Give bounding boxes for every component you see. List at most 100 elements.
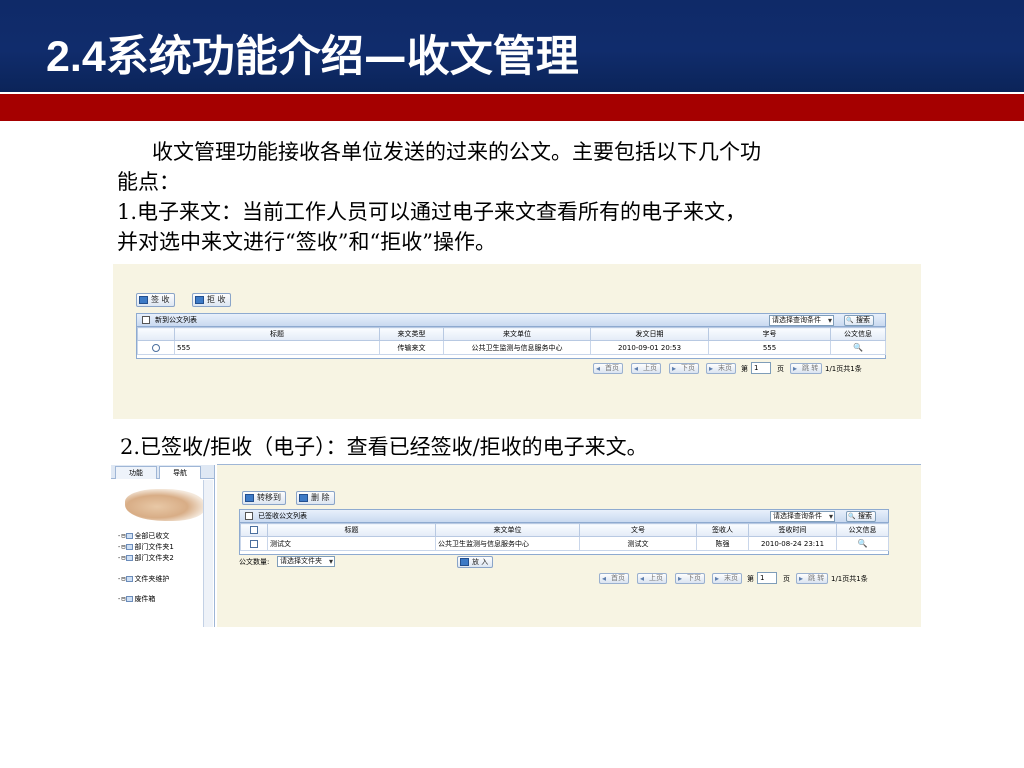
col-header: 来文类型 (379, 327, 444, 341)
pager: 首页 上页 下页 末页 第 1 页 跳 转 1/1页共1条 (593, 362, 913, 376)
incoming-docs-table: 标题 来文类型 来文单位 发文日期 字号 公文信息 555 传输来文 公共卫生监… (137, 327, 886, 355)
item1-line-2: 并对选中来文进行“签收”和“拒收”操作。 (117, 230, 496, 254)
reject-button[interactable]: 拒 收 (192, 293, 231, 307)
slide-title-text: 系统功能介绍—收文管理 (105, 32, 579, 82)
cell-number: 555 (708, 340, 831, 355)
delete-button-label: 删 除 (311, 493, 330, 502)
tree-item-label: 全部已收文 (134, 532, 170, 540)
grid-list-icon (142, 316, 150, 324)
tree-item-label: 废件箱 (134, 595, 156, 603)
page-input[interactable]: 1 (757, 572, 777, 584)
last-page-button[interactable]: 末页 (712, 573, 742, 584)
col-header: 文号 (579, 523, 697, 537)
tree-item-dept-folder-2[interactable]: -⊟ 部门文件夹2 (117, 553, 174, 563)
search-button[interactable]: 搜索 (846, 511, 876, 522)
incoming-docs-grid: 新到公文列表 请选择查询条件 搜索 标题 来文类型 来文单位 发文日期 字号 公… (136, 313, 886, 359)
prev-page-button[interactable]: 上页 (637, 573, 667, 584)
last-page-button[interactable]: 末页 (706, 363, 736, 374)
next-page-button[interactable]: 下页 (675, 573, 705, 584)
search-button[interactable]: 搜索 (844, 315, 874, 326)
tab-navigation[interactable]: 导航 (159, 466, 201, 479)
col-header: 标题 (174, 327, 380, 341)
page-prefix: 第 (741, 365, 748, 373)
col-header: 来文单位 (435, 523, 580, 537)
item2-line: 2.已签收/拒收（电子）：查看已经签收/拒收的电子来文。 (120, 435, 648, 459)
tree-item-trash[interactable]: -⊟ 废件箱 (117, 594, 155, 604)
search-condition-select[interactable]: 请选择查询条件 (770, 511, 835, 522)
transfer-button-label: 转移到 (257, 493, 281, 502)
cell-time: 2010-08-24 23:11 (748, 536, 837, 551)
intro-line-1: 收文管理功能接收各单位发送的过来的公文。主要包括以下几个功 (152, 140, 761, 164)
folder-icon (126, 544, 134, 550)
jump-button[interactable]: 跳 转 (796, 573, 829, 584)
pager: 首页 上页 下页 末页 第 1 页 跳 转 1/1页共1条 (599, 572, 919, 586)
select-all-checkbox[interactable] (250, 525, 258, 534)
col-header: 公文信息 (836, 523, 889, 537)
tree-item-label: 文件夹维护 (134, 575, 170, 583)
transfer-button[interactable]: 转移到 (242, 491, 286, 505)
handshake-banner-image (125, 489, 205, 521)
row-select-cell (137, 340, 175, 355)
screenshot-signed-docs: 转移到 删 除 已签收公文列表 请选择查询条件 搜索 标题 来文单位 文号 签收… (217, 465, 921, 627)
first-page-button[interactable]: 首页 (593, 363, 623, 374)
cell-title: 测试文 (267, 536, 436, 551)
slide-title: 2.4系统功能介绍—收文管理 (46, 22, 579, 84)
cell-unit: 公共卫生监测与信息服务中心 (435, 536, 580, 551)
grid-title: 新到公文列表 (155, 316, 197, 324)
move-into-icon (460, 558, 469, 566)
col-header: 签收时间 (748, 523, 837, 537)
page-suffix: 页 (783, 575, 790, 583)
cell-info: 🔍 (830, 340, 886, 355)
cell-signer: 陈强 (696, 536, 749, 551)
view-detail-icon[interactable]: 🔍 (853, 343, 863, 353)
tree-item-folder-maintenance[interactable]: -⊟ 文件夹维护 (117, 574, 169, 584)
move-into-button[interactable]: 放 入 (457, 556, 494, 568)
doc-count-label: 公文数量: (239, 558, 270, 566)
slide-title-number: 2.4 (46, 33, 106, 81)
grid-header: 新到公文列表 请选择查询条件 搜索 (137, 314, 885, 327)
tree-item-label: 部门文件夹1 (134, 543, 174, 551)
page-prefix: 第 (747, 575, 754, 583)
tree-item-label: 部门文件夹2 (134, 554, 174, 562)
tree-item-all-received[interactable]: -⊟ 全部已收文 (117, 531, 169, 541)
row-radio[interactable] (152, 343, 160, 352)
col-header: 来文单位 (443, 327, 591, 341)
reject-icon (195, 296, 204, 304)
sign-button-label: 签 收 (151, 295, 170, 304)
folder-footer: 公文数量: 请选择文件夹 放 入 (239, 555, 494, 569)
folder-select[interactable]: 请选择文件夹 (277, 556, 335, 567)
cell-unit: 公共卫生监测与信息服务中心 (443, 340, 591, 355)
table-row[interactable]: 测试文 公共卫生监测与信息服务中心 测试文 陈强 2010-08-24 23:1… (240, 536, 889, 551)
table-row[interactable]: 555 传输来文 公共卫生监测与信息服务中心 2010-09-01 20:53 … (137, 340, 886, 355)
screenshot-incoming-docs: 签 收 拒 收 新到公文列表 请选择查询条件 搜索 标题 来文类型 来文单位 发… (113, 264, 921, 419)
sign-button[interactable]: 签 收 (136, 293, 175, 307)
first-page-button[interactable]: 首页 (599, 573, 629, 584)
tab-function[interactable]: 功能 (115, 466, 157, 479)
view-detail-icon[interactable]: 🔍 (858, 539, 868, 549)
col-select (240, 523, 268, 537)
delete-button[interactable]: 删 除 (296, 491, 335, 505)
search-condition-select[interactable]: 请选择查询条件 (769, 315, 834, 326)
grid-list-icon (245, 512, 253, 520)
nav-tabs: 功能 导航 (111, 465, 214, 479)
grid-title: 已签收公文列表 (258, 512, 307, 520)
move-into-button-label: 放 入 (472, 558, 489, 566)
cell-date: 2010-09-01 20:53 (590, 340, 709, 355)
nav-scrollbar[interactable] (203, 480, 213, 627)
next-page-button[interactable]: 下页 (669, 363, 699, 374)
prev-page-button[interactable]: 上页 (631, 363, 661, 374)
col-header: 发文日期 (590, 327, 709, 341)
navigation-panel: 功能 导航 -⊟ 全部已收文 -⊟ 部门文件夹1 -⊟ 部门文件夹2 -⊟ 文件夹维护 … (111, 465, 215, 627)
tree-item-dept-folder-1[interactable]: -⊟ 部门文件夹1 (117, 542, 174, 552)
row-checkbox[interactable] (250, 539, 258, 548)
col-header: 签收人 (696, 523, 749, 537)
grid-header: 已签收公文列表 请选择查询条件 搜索 (240, 510, 888, 523)
header-red-band (0, 94, 1024, 121)
cell-info: 🔍 (836, 536, 889, 551)
folder-icon (126, 596, 134, 602)
jump-button[interactable]: 跳 转 (790, 363, 823, 374)
page-input[interactable]: 1 (751, 362, 771, 374)
folder-icon (126, 533, 134, 539)
page-summary: 1/1页共1条 (831, 575, 868, 583)
delete-icon (299, 494, 308, 502)
